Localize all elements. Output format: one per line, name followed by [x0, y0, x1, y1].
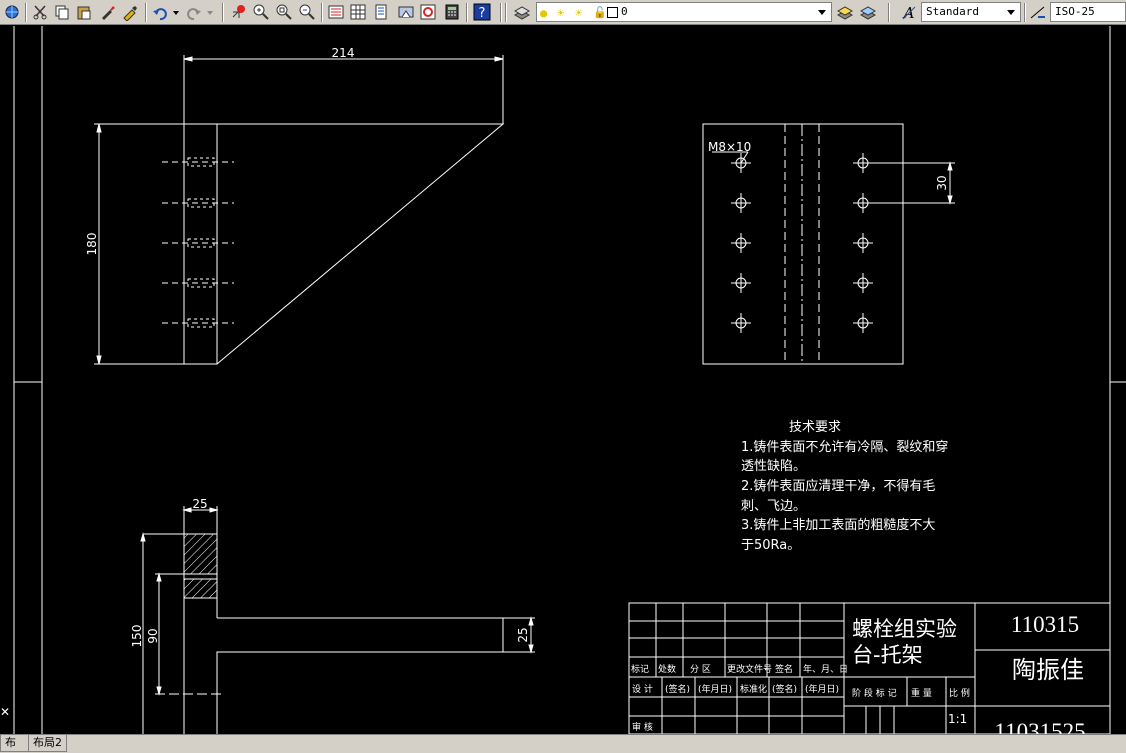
lock-icon[interactable]: 🔓 [593, 4, 607, 21]
layer-control-dropdown[interactable]: ● ☀ ☀ 🔓 0 [536, 2, 832, 22]
notes-title: 技术要求 [789, 420, 841, 435]
bolt-hole [731, 313, 751, 333]
bolt-hole [853, 313, 873, 333]
dim-section-width-25: 25 [192, 497, 207, 511]
sheet-set-manager-icon[interactable] [397, 3, 415, 21]
bolt-hole [731, 153, 751, 173]
copy-icon[interactable] [53, 3, 71, 21]
paste-icon[interactable] [75, 3, 93, 21]
hole-callout: M8×10 [708, 140, 751, 154]
dim-height-180: 180 [85, 233, 99, 256]
text-style-value: Standard [926, 5, 979, 18]
pan-realtime-icon[interactable] [229, 3, 247, 21]
web-globe-icon[interactable] [3, 3, 21, 21]
tb-student-id: 11031525 [994, 719, 1085, 734]
tb-header-docno: 更改文件号 [727, 663, 772, 675]
chevron-down-icon[interactable] [1004, 4, 1018, 20]
tab-layout2[interactable]: 布局2 [28, 735, 67, 752]
tb-standardization: 标准化 [740, 683, 767, 695]
dim-width-214: 214 [332, 46, 355, 60]
block-editor-icon[interactable] [121, 3, 139, 21]
tb-stage-mark: 阶 段 标 记 [852, 687, 897, 699]
text-style-icon[interactable]: A [900, 3, 918, 21]
make-object-layer-current-icon[interactable] [836, 3, 854, 21]
layer-properties-icon[interactable] [513, 3, 531, 21]
tab-layout1[interactable]: 布局1 [0, 735, 30, 752]
sheet-border [13, 26, 1126, 734]
sun-viewport-icon[interactable]: ☀ [575, 4, 582, 21]
notes-line: 透性缺陷。 [741, 459, 806, 474]
help-icon[interactable]: ? [473, 3, 491, 21]
zoom-realtime-icon[interactable] [252, 3, 270, 21]
zoom-previous-icon[interactable] [298, 3, 316, 21]
dimension-style-dropdown[interactable]: ISO-25 [1050, 2, 1126, 22]
tb-design: 设 计 [632, 683, 653, 695]
light-bulb-icon[interactable]: ● [540, 4, 547, 21]
zoom-window-icon[interactable] [275, 3, 293, 21]
match-properties-brush-icon[interactable] [99, 3, 117, 21]
tb-header-sign: 签名 [775, 663, 793, 675]
dimension-style-value: ISO-25 [1055, 5, 1095, 18]
dim-section-thickness-25: 25 [516, 627, 530, 642]
bolt-hole [731, 193, 751, 213]
layout-tabs-bar: 布局1 布局2 [0, 734, 1126, 753]
notes-line: 于50Ra。 [741, 538, 800, 553]
tb-header-mark: 标记 [631, 663, 649, 675]
dim-hole-spacing-30: 30 [935, 175, 949, 190]
bolt-hole [853, 273, 873, 293]
layer-color-swatch [607, 7, 618, 18]
section-view [140, 506, 535, 734]
redo-dropdown-icon[interactable] [205, 3, 215, 21]
bolt-hole [853, 193, 873, 213]
notes-line: 3.铸件上非加工表面的粗糙度不大 [741, 517, 935, 533]
tb-author: 陶振佳 [1012, 656, 1084, 684]
tb-header-count: 处数 [658, 663, 676, 675]
dim-section-90: 90 [146, 628, 160, 643]
tb-ratio: 比 例 [949, 687, 970, 699]
tb-drawing-name-line2: 台-托架 [852, 643, 923, 667]
quickcalc-icon[interactable] [443, 3, 461, 21]
tool-palettes-icon[interactable] [373, 3, 391, 21]
tb-header-date: 年、月、日 [803, 663, 848, 675]
sun-freeze-icon[interactable]: ☀ [557, 4, 564, 21]
bolt-hole [853, 153, 873, 173]
notes-line: 2.铸件表面应清理干净，不得有毛 [741, 478, 935, 494]
markup-set-manager-icon[interactable] [419, 3, 437, 21]
tb-drawing-name-line1: 螺栓组实验 [852, 617, 957, 641]
layer-name: 0 [621, 5, 628, 18]
tb-review: 审 核 [632, 721, 653, 733]
tb-std-date: (年月日) [805, 683, 839, 695]
layer-previous-icon[interactable] [859, 3, 877, 21]
technical-notes: 技术要求 1.铸件表面不允许有冷隔、裂纹和穿 透性缺陷。 2.铸件表面应清理干净… [741, 420, 948, 553]
ucs-icon: ✕ [0, 705, 10, 719]
redo-icon[interactable] [185, 3, 203, 21]
cut-icon[interactable] [31, 3, 49, 21]
standard-toolbar: ? ● ☀ ☀ 🔓 0 A Standard ISO-25 [0, 0, 1126, 25]
tb-design-date: (年月日) [698, 683, 732, 695]
tb-design-sign: (签名) [665, 683, 690, 695]
undo-icon[interactable] [151, 3, 169, 21]
dim-section-150: 150 [130, 625, 144, 648]
chevron-down-icon[interactable] [815, 4, 829, 20]
drawing-canvas[interactable]: 214 180 M8×10 30 25 150 90 25 技术要求 1.铸件表… [0, 26, 1126, 734]
text-style-dropdown[interactable]: Standard [921, 2, 1021, 22]
bolt-hole [731, 233, 751, 253]
tb-header-zone: 分 区 [690, 664, 711, 675]
properties-icon[interactable] [327, 3, 345, 21]
svg-text:?: ? [479, 6, 486, 21]
undo-dropdown-icon[interactable] [171, 3, 181, 21]
tb-std-sign: (签名) [772, 683, 797, 695]
tb-scale: 1:1 [948, 712, 967, 726]
front-view [94, 55, 505, 365]
notes-line: 1.铸件表面不允许有冷隔、裂纹和穿 [741, 439, 948, 455]
tb-drawing-code: 110315 [1011, 612, 1079, 637]
bolt-hole [853, 233, 873, 253]
dimension-style-icon[interactable] [1029, 3, 1047, 21]
notes-line: 刺、飞边。 [741, 499, 806, 514]
bolt-hole [731, 273, 751, 293]
design-center-icon[interactable] [349, 3, 367, 21]
tb-weight: 重 量 [911, 687, 932, 699]
